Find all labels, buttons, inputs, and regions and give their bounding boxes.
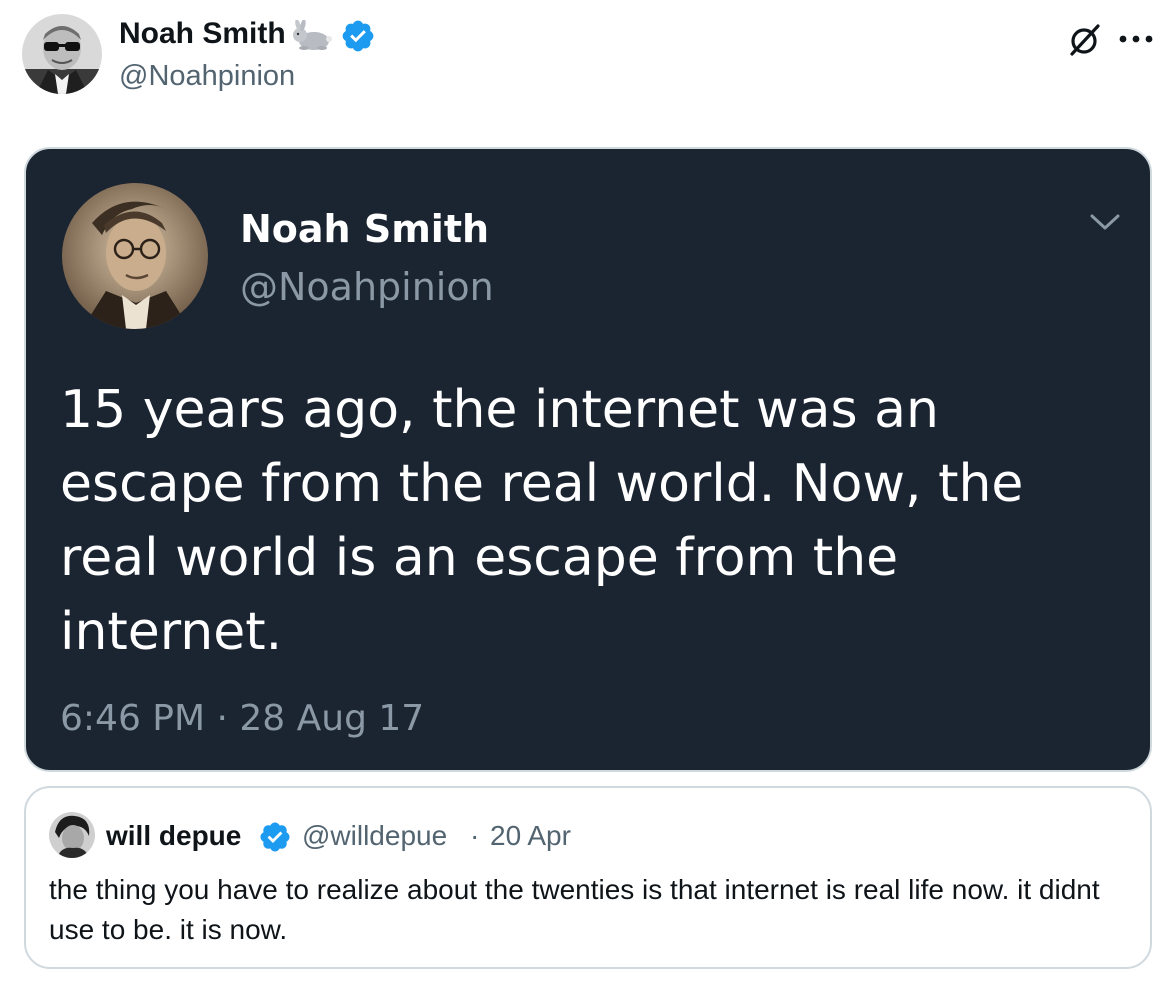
screenshot-author-name: Noah Smith (240, 207, 490, 251)
screenshot-tweet-text: 15 years ago, the internet was an escape… (60, 380, 1024, 662)
screenshot-avatar (62, 183, 208, 329)
screenshot-author-handle: @Noahpinion (240, 265, 494, 309)
tweet-header: Noah Smith @Noahpinion (22, 14, 1162, 98)
quote-date[interactable]: 20 Apr (490, 818, 571, 854)
author-avatar[interactable] (22, 14, 102, 94)
rabbit-icon (293, 20, 332, 50)
more-icon[interactable] (1116, 32, 1156, 46)
tweet-screenshot-image[interactable]: Noah Smith @Noahpinion 15 years ago, the… (24, 147, 1152, 772)
quote-text: the thing you have to realize about the … (49, 874, 1100, 945)
quote-separator: · (470, 820, 480, 851)
quote-author-name[interactable]: will depue (106, 818, 241, 854)
author-handle[interactable]: @Noahpinion (119, 58, 295, 94)
verified-badge-icon (260, 822, 290, 852)
quote-author-avatar[interactable] (49, 812, 95, 858)
chevron-down-icon (1090, 214, 1120, 230)
screenshot-timestamp: 6:46 PM · 28 Aug 17 (60, 698, 425, 739)
quoted-tweet[interactable]: will depue @willdepue · 20 Apr the thing… (24, 786, 1152, 969)
grok-icon[interactable] (1064, 20, 1104, 60)
quote-author-handle[interactable]: @willdepue (302, 818, 447, 854)
verified-badge-icon (342, 20, 374, 52)
author-name[interactable]: Noah Smith (119, 16, 286, 52)
